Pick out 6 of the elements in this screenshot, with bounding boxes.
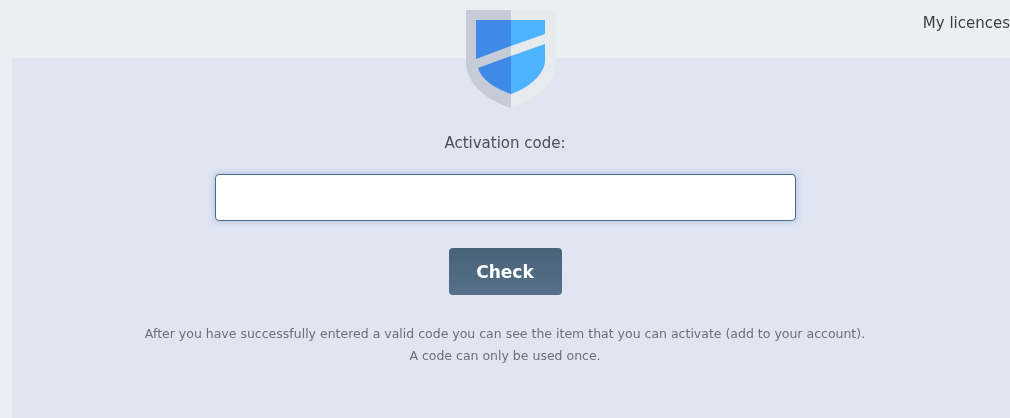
help-text: After you have successfully entered a valid code you can see the item that you can activate (add to your account). [144,325,866,343]
activation-code-label: Activation code: [444,134,566,152]
my-licences-link[interactable]: My licences [922,14,1010,32]
check-button[interactable]: Check [448,248,562,295]
activation-code-field[interactable] [214,174,796,221]
help-text: A code can only be used once. [408,347,602,365]
